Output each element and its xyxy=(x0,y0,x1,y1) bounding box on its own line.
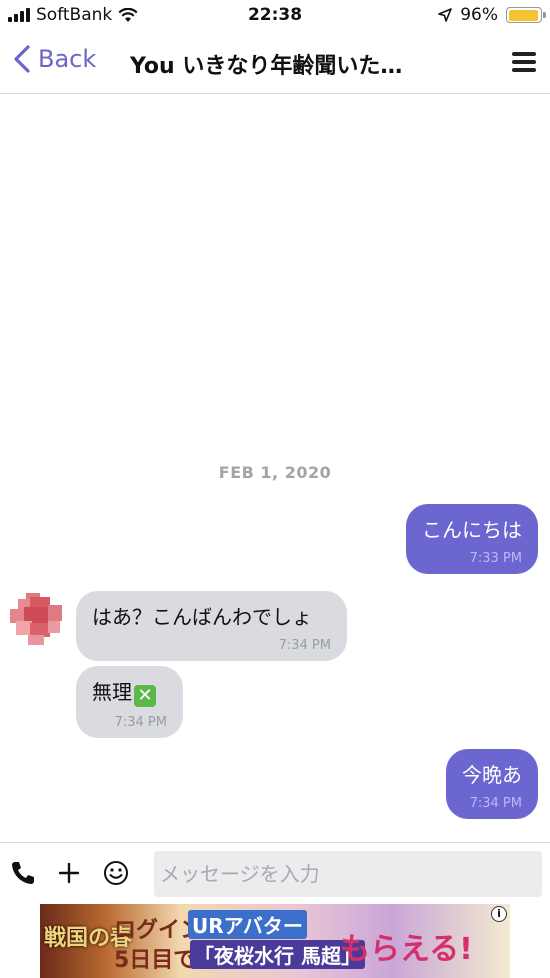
message-text: こんにちは xyxy=(422,518,522,542)
message-time: 7:34 PM xyxy=(114,715,167,730)
message-text: はあ？こんばんわでしょ xyxy=(92,605,312,629)
phone-icon[interactable] xyxy=(9,859,37,887)
date-separator: FEB 1, 2020 xyxy=(218,463,332,482)
message-bubble-outgoing[interactable]: こんにちは 7:33 PM xyxy=(406,504,538,574)
ad-banner-area: 戦国の春 ログイン URアバター 5日目で、 「夜桜水行 馬超」 もらえる! i xyxy=(0,904,550,978)
message-time: 7:34 PM xyxy=(278,638,331,653)
message-input-bar xyxy=(0,842,550,905)
cross-mark-icon: ✕ xyxy=(134,685,156,707)
message-text: 今晩あ xyxy=(462,763,522,787)
status-right: 96% xyxy=(438,5,546,25)
battery-icon xyxy=(506,7,546,23)
location-arrow-icon xyxy=(438,8,453,22)
message-time: 7:33 PM xyxy=(469,551,522,566)
ad-headline: もらえる! xyxy=(340,932,473,967)
message-bubble-incoming[interactable]: 無理 ✕ 7:34 PM xyxy=(76,666,183,738)
avatar[interactable] xyxy=(8,591,64,647)
message-bubble-outgoing[interactable]: 今晩あ 7:34 PM xyxy=(446,749,538,819)
ad-tag-2: 「夜桜水行 馬超」 xyxy=(190,940,365,969)
chat-area[interactable]: FEB 1, 2020 こんにちは 7:33 PM はあ？こんばんわでしょ 7:… xyxy=(0,94,550,842)
message-text-row: 無理 ✕ xyxy=(92,676,167,707)
plus-icon[interactable] xyxy=(55,859,83,887)
message-time: 7:34 PM xyxy=(469,796,522,811)
nav-bar: Back You いきなり年齢聞いた… xyxy=(0,32,550,94)
ad-banner[interactable]: 戦国の春 ログイン URアバター 5日目で、 「夜桜水行 馬超」 もらえる! xyxy=(40,904,510,978)
message-bubble-incoming[interactable]: はあ？こんばんわでしょ 7:34 PM xyxy=(76,591,347,661)
menu-icon[interactable] xyxy=(512,52,536,72)
ad-info-icon[interactable]: i xyxy=(491,906,507,922)
chevron-left-icon xyxy=(14,45,30,73)
page-title: You いきなり年齢聞いた… xyxy=(130,54,403,79)
back-button[interactable]: Back xyxy=(12,44,96,74)
back-label: Back xyxy=(38,45,97,73)
status-bar: SoftBank 22:38 96% xyxy=(0,0,550,32)
battery-percent: 96% xyxy=(460,5,498,25)
ad-tag-1: URアバター xyxy=(188,910,307,939)
message-text: 無理 xyxy=(92,680,132,704)
battery-fill xyxy=(508,9,539,21)
message-input[interactable] xyxy=(154,851,542,897)
emoji-icon[interactable] xyxy=(102,859,130,887)
